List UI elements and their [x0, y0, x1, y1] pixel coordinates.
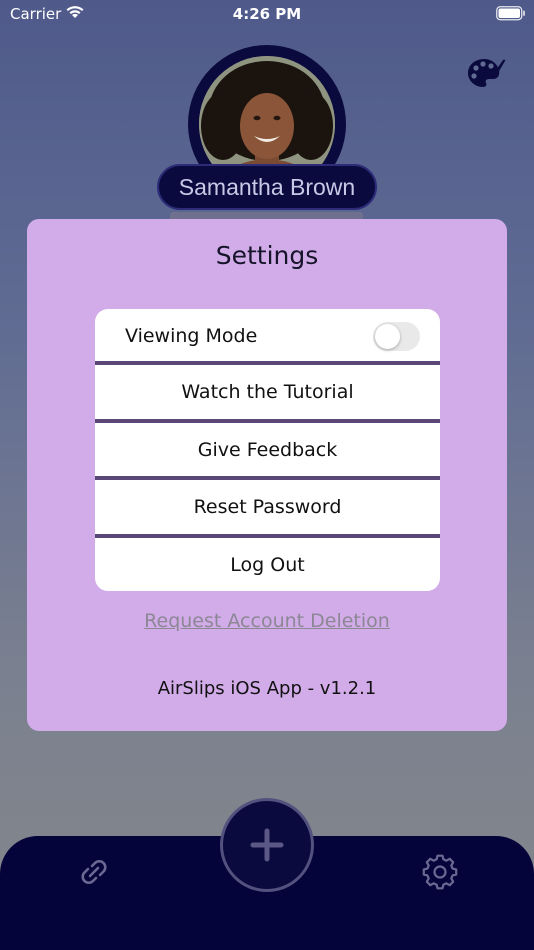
viewing-mode-label: Viewing Mode: [125, 325, 258, 347]
links-tab-button[interactable]: [74, 852, 114, 892]
settings-title: Settings: [215, 241, 319, 270]
settings-tab-button[interactable]: [420, 852, 460, 892]
app-version: AirSlips iOS App - v1.2.1: [157, 678, 377, 699]
status-bar: Carrier 4:26 PM: [0, 0, 534, 30]
profile-name: Samantha Brown: [157, 164, 377, 210]
add-button[interactable]: [220, 798, 314, 892]
clock: 4:26 PM: [232, 5, 302, 23]
viewing-mode-row: Viewing Mode: [95, 309, 440, 363]
request-account-deletion-link[interactable]: Request Account Deletion: [27, 610, 507, 632]
watch-tutorial-button[interactable]: Watch the Tutorial: [95, 365, 440, 419]
toggle-knob: [375, 324, 400, 349]
settings-options-list: Viewing Mode Watch the Tutorial Give Fee…: [95, 309, 440, 591]
plus-icon: [250, 828, 284, 862]
give-feedback-button[interactable]: Give Feedback: [95, 423, 440, 477]
settings-card: Settings Viewing Mode Watch the Tutorial…: [27, 219, 507, 731]
viewing-mode-toggle[interactable]: [373, 322, 420, 351]
reset-password-button[interactable]: Reset Password: [95, 480, 440, 534]
link-icon: [81, 860, 107, 884]
palette-icon: [468, 59, 506, 87]
gear-icon: [422, 854, 458, 890]
theme-palette-button[interactable]: [466, 55, 506, 91]
battery-icon: [496, 6, 525, 21]
log-out-button[interactable]: Log Out: [95, 538, 440, 591]
